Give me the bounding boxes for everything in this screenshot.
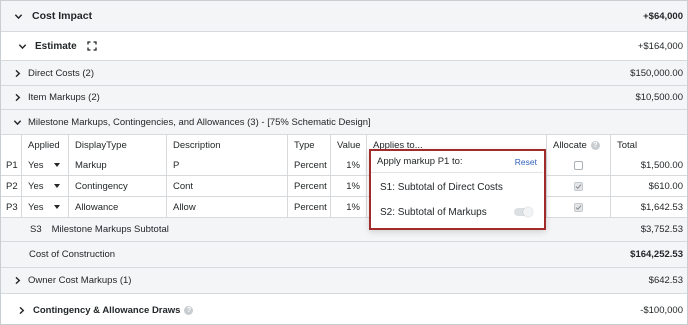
checkmark-icon: [575, 204, 582, 210]
direct-costs-row[interactable]: Direct Costs (2) $150,000.00: [1, 61, 687, 86]
chevron-down-icon[interactable]: [13, 11, 23, 21]
option-s2-toggle[interactable]: [514, 207, 533, 217]
milestone-label: Milestone Markups, Contingencies, and Al…: [28, 116, 371, 128]
subtotal-label: Milestone Markups Subtotal: [51, 224, 169, 235]
chevron-down-icon[interactable]: [12, 117, 22, 127]
type-cell[interactable]: Percent: [288, 176, 331, 197]
cost-of-construction-label: Cost of Construction: [29, 249, 116, 260]
owner-markups-row[interactable]: Owner Cost Markups (1) $642.53: [1, 268, 687, 294]
checkmark-icon: [575, 183, 582, 189]
chevron-right-icon[interactable]: [12, 68, 22, 78]
header-allocate: Allocate ?: [547, 135, 611, 156]
applied-value: Yes: [28, 180, 44, 192]
applied-select[interactable]: Yes: [22, 155, 69, 176]
header-value: Value: [331, 135, 367, 156]
header-allocate-label: Allocate: [553, 139, 587, 151]
caret-down-icon: [54, 205, 60, 209]
applies-to-popup: Apply markup P1 to: Reset S1: Subtotal o…: [369, 149, 546, 230]
direct-costs-label: Direct Costs (2): [28, 67, 94, 79]
owner-markups-label: Owner Cost Markups (1): [28, 275, 132, 286]
cost-impact-label: Cost Impact: [32, 10, 93, 22]
toggle-knob: [523, 207, 533, 217]
description-cell[interactable]: Cont: [167, 176, 288, 197]
chevron-right-icon[interactable]: [16, 305, 26, 315]
cost-breakdown-panel: Cost Impact +$64,000 Estimate +$164,000 …: [0, 0, 688, 325]
item-markups-amount: $10,500.00: [635, 92, 683, 103]
milestone-row[interactable]: Milestone Markups, Contingencies, and Al…: [1, 110, 687, 134]
value-cell[interactable]: 1%: [331, 197, 367, 218]
cost-impact-row[interactable]: Cost Impact +$64,000: [1, 1, 687, 32]
draws-row[interactable]: Contingency & Allowance Draws ? -$100,00…: [1, 294, 687, 324]
popup-title: Apply markup P1 to:: [377, 156, 463, 167]
chevron-right-icon[interactable]: [12, 276, 22, 286]
header-description: Description: [167, 135, 288, 156]
draws-label: Contingency & Allowance Draws: [33, 304, 181, 316]
allocate-cell: [547, 197, 611, 218]
value-cell[interactable]: 1%: [331, 176, 367, 197]
help-icon[interactable]: ?: [184, 305, 194, 315]
row-id: P3: [1, 197, 22, 218]
header-applied: Applied: [22, 135, 69, 156]
estimate-label: Estimate: [35, 40, 77, 52]
value-cell[interactable]: 1%: [331, 155, 367, 176]
subtotal-id: S3: [30, 224, 42, 235]
allocate-checkbox[interactable]: [574, 181, 583, 191]
total-cell: $1,500.00: [611, 155, 687, 176]
markups-table-header: Applied DisplayType Description Type Val…: [1, 134, 687, 156]
estimate-amount: +$164,000: [637, 40, 683, 52]
estimate-row[interactable]: Estimate +$164,000: [1, 32, 687, 61]
subtotal-amount: $3,752.53: [640, 224, 683, 235]
table-row: P1 Yes Markup P Percent 1% $1,500.00: [1, 155, 687, 176]
header-id: [1, 135, 22, 156]
applied-value: Yes: [28, 159, 44, 171]
description-cell[interactable]: Allow: [167, 197, 288, 218]
expand-icon[interactable]: [87, 41, 97, 51]
header-display-type: DisplayType: [69, 135, 167, 156]
direct-costs-amount: $150,000.00: [630, 67, 683, 79]
cost-of-construction-row: Cost of Construction $164,252.53: [1, 242, 687, 268]
allocate-cell: [547, 176, 611, 197]
type-cell[interactable]: Percent: [288, 155, 331, 176]
applied-value: Yes: [28, 201, 44, 213]
total-cell: $610.00: [611, 176, 687, 197]
draws-amount: -$100,000: [640, 304, 683, 316]
cost-of-construction-amount: $164,252.53: [630, 249, 683, 260]
table-row: P3 Yes Allowance Allow Percent 1% $1,642…: [1, 197, 687, 218]
type-cell[interactable]: Percent: [288, 197, 331, 218]
table-row: P2 Yes Contingency Cont Percent 1% $610.…: [1, 176, 687, 197]
header-total: Total: [611, 135, 687, 156]
header-type: Type: [288, 135, 331, 156]
allocate-checkbox[interactable]: [574, 160, 583, 170]
milestone-subtotal-row: S3 Milestone Markups Subtotal $3,752.53: [1, 218, 687, 242]
display-type-cell[interactable]: Allowance: [69, 197, 167, 218]
display-type-cell[interactable]: Contingency: [69, 176, 167, 197]
applied-select[interactable]: Yes: [22, 176, 69, 197]
caret-down-icon: [54, 184, 60, 188]
option-s1[interactable]: S1: Subtotal of Direct Costs: [380, 182, 503, 193]
row-id: P1: [1, 155, 22, 176]
item-markups-row[interactable]: Item Markups (2) $10,500.00: [1, 86, 687, 110]
cost-impact-amount: +$64,000: [643, 10, 683, 22]
option-s2[interactable]: S2: Subtotal of Markups: [380, 207, 487, 218]
popup-header: Apply markup P1 to: Reset: [371, 151, 543, 173]
row-id: P2: [1, 176, 22, 197]
total-cell: $1,642.53: [611, 197, 687, 218]
owner-markups-amount: $642.53: [648, 275, 683, 286]
description-cell[interactable]: P: [167, 155, 288, 176]
chevron-right-icon[interactable]: [12, 93, 22, 103]
chevron-down-icon[interactable]: [17, 41, 27, 51]
allocate-cell: [547, 155, 611, 176]
allocate-checkbox[interactable]: [574, 202, 583, 212]
display-type-cell[interactable]: Markup: [69, 155, 167, 176]
help-icon[interactable]: ?: [590, 140, 600, 150]
caret-down-icon: [54, 163, 60, 167]
applied-select[interactable]: Yes: [22, 197, 69, 218]
item-markups-label: Item Markups (2): [28, 92, 100, 103]
reset-link[interactable]: Reset: [515, 157, 537, 167]
